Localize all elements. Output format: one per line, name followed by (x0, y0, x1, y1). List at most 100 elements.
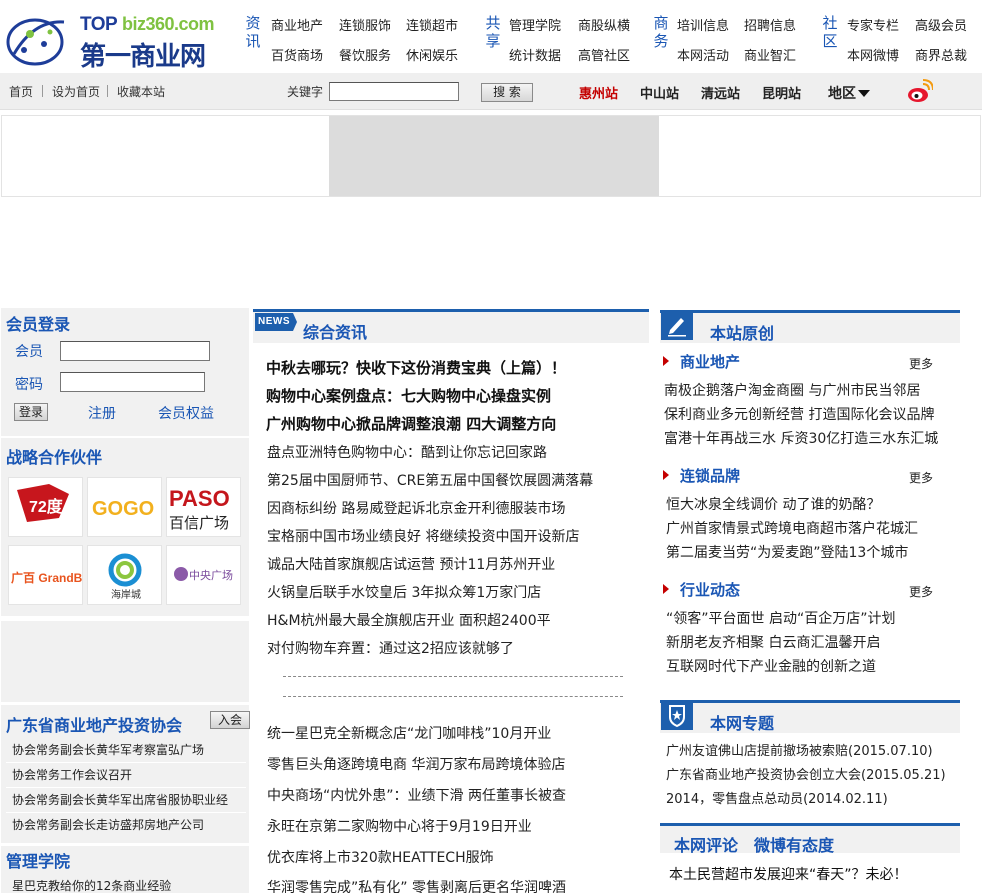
headline-link[interactable]: 中秋去哪玩？快收下这份消费宝典（上篇）！ (266, 357, 566, 378)
topics-section-title[interactable]: 本网专题 (710, 710, 774, 734)
section-title-commercial-realestate[interactable]: 商业地产 (680, 351, 740, 372)
weibo-icon[interactable] (907, 78, 933, 104)
nav-link[interactable]: 高管社区 (578, 45, 630, 64)
association-title[interactable]: 广东省商业地产投资协会 (6, 712, 182, 736)
nav-link[interactable]: 餐饮服务 (339, 45, 391, 64)
nav-link[interactable]: 商股纵横 (578, 15, 630, 34)
station-huizhou[interactable]: 惠州站 (579, 83, 618, 102)
headline-link[interactable]: 购物中心案例盘点：七大购物中心操盘实例 (266, 385, 551, 406)
nav-link[interactable]: 百货商场 (271, 45, 323, 64)
bookmark-link[interactable]: 收藏本站 (117, 83, 165, 100)
news-section-header: NEWS 综合资讯 (253, 309, 649, 343)
news-item[interactable]: 第25届中国厨师节、CRE第五届中国餐饮展圆满落幕 (267, 470, 593, 490)
register-link[interactable]: 注册 (88, 403, 116, 423)
article-link[interactable]: “领客”平台面世 启动“百企万店”计划 (666, 608, 895, 628)
article-link[interactable]: 富港十年再战三水 斥资30亿打造三水东汇城 (664, 428, 938, 448)
nav-link[interactable]: 高级会员 (915, 15, 967, 34)
news-item[interactable]: 盘点亚洲特色购物中心：酷到让你忘记回家路 (267, 442, 547, 462)
set-homepage-link[interactable]: 设为首页 (52, 83, 100, 100)
article-link[interactable]: 保利商业多元创新经营 打造国际化会议品牌 (664, 404, 934, 424)
topic-link[interactable]: 广东省商业地产投资协会创立大会(2015.05.21) (666, 764, 946, 783)
news-section-title[interactable]: 综合资讯 (303, 319, 367, 343)
news-item[interactable]: 统一星巴克全新概念店“龙门咖啡栈”10月开业 (267, 723, 551, 743)
banner-ad-placeholder[interactable] (329, 116, 659, 196)
more-link[interactable]: 更多 (909, 583, 933, 600)
article-link[interactable]: 第二届麦当劳“为爱麦跑”登陆13个城市 (666, 542, 908, 562)
section-title-chain-brands[interactable]: 连锁品牌 (680, 465, 740, 486)
sidebar-ad[interactable] (1, 621, 249, 702)
association-item[interactable]: 协会常务副会长走访盛邦房地产公司 (12, 816, 204, 833)
article-link[interactable]: 南极企鹅落户淘金商圈 与广州市民当邻居 (664, 380, 920, 400)
news-item[interactable]: H&M杭州最大最全旗舰店开业 面积超2400平 (267, 610, 551, 630)
member-input[interactable] (60, 341, 210, 361)
association-item[interactable]: 协会常务工作会议召开 (12, 766, 132, 783)
article-link[interactable]: 新朋老友齐相聚 白云商汇温馨开启 (666, 632, 880, 652)
more-link[interactable]: 更多 (909, 469, 933, 486)
nav-link[interactable]: 连锁超市 (406, 15, 458, 34)
news-item[interactable]: 中央商场“内忧外患”：业绩下滑 两任董事长被查 (267, 785, 566, 805)
nav-link[interactable]: 商界总裁 (915, 45, 967, 64)
partner-logo-72du[interactable]: 72度 (8, 477, 83, 537)
association-item[interactable]: 协会常务副会长黄华军出席省服协职业经 (12, 791, 228, 808)
password-input[interactable] (60, 372, 205, 392)
nav-link[interactable]: 本网微博 (847, 45, 899, 64)
comments-section-header: 本网评论 微博有态度 (660, 823, 960, 856)
news-item[interactable]: 华润零售完成”私有化” 零售剥离后更名华润啤酒 (267, 877, 566, 893)
station-qingyuan[interactable]: 清远站 (701, 83, 740, 102)
station-kunming[interactable]: 昆明站 (762, 83, 801, 102)
news-item[interactable]: 因商标纠纷 路易威登起诉北京金开利德服装市场 (267, 498, 565, 518)
chevron-down-icon[interactable] (858, 90, 870, 97)
news-item[interactable]: 宝格丽中国市场业绩良好 将继续投资中国开设新店 (267, 526, 579, 546)
news-item[interactable]: 对付购物车弃置：通过这2招应该就够了 (267, 638, 514, 658)
comment-link[interactable]: 本土民营超市发展迎来“春天”？未必！ (669, 864, 908, 884)
article-link[interactable]: 广州首家情景式跨境电商超市落户花城汇 (666, 518, 918, 538)
topic-link[interactable]: 2014，零售盘点总动员(2014.02.11) (666, 788, 888, 807)
news-item[interactable]: 优衣库将上市320款HEATTECH服饰 (267, 847, 494, 867)
original-section-title[interactable]: 本站原创 (710, 320, 774, 344)
association-item[interactable]: 协会常务副会长黄华军考察富弘广场 (12, 741, 204, 758)
partner-grandbuy-logo-icon: 广百 GrandBuy (11, 570, 82, 585)
more-link[interactable]: 更多 (909, 355, 933, 372)
utility-bar: 首页 设为首页 收藏本站 关键字 搜 索 惠州站 中山站 清远站 昆明站 地区 (0, 73, 982, 110)
nav-link[interactable]: 商业地产 (271, 15, 323, 34)
banner-ad[interactable] (1, 115, 981, 197)
site-logo[interactable]: TOP biz360.com 第一商业网 (4, 8, 224, 72)
nav-link[interactable]: 专家专栏 (847, 15, 899, 34)
academy-title[interactable]: 管理学院 (6, 848, 70, 872)
search-input[interactable] (329, 82, 459, 101)
partner-logo-gogo[interactable]: GOGO (87, 477, 162, 537)
academy-item[interactable]: 星巴克教给你的12条商业经验 (12, 877, 171, 893)
station-zhongshan[interactable]: 中山站 (640, 83, 679, 102)
article-link[interactable]: 互联网时代下产业金融的创新之道 (666, 656, 876, 676)
news-item[interactable]: 诚品大陆首家旗舰店试运营 预计11月苏州开业 (267, 554, 555, 574)
nav-link[interactable]: 招聘信息 (744, 15, 796, 34)
svg-text:海岸城: 海岸城 (111, 588, 141, 601)
nav-link[interactable]: 统计数据 (509, 45, 561, 64)
nav-link[interactable]: 培训信息 (677, 15, 729, 34)
member-benefits-link[interactable]: 会员权益 (158, 403, 214, 423)
search-button[interactable]: 搜 索 (481, 83, 533, 102)
tab-weibo-attitude[interactable]: 微博有态度 (754, 832, 834, 856)
join-button[interactable]: 入会 (210, 711, 250, 729)
section-title-industry-news[interactable]: 行业动态 (680, 579, 740, 600)
partner-logo-central[interactable]: 中央广场 (166, 545, 241, 605)
article-link[interactable]: 恒大冰泉全线调价 动了谁的奶酪？ (666, 494, 880, 514)
partner-logo-coastal[interactable]: 海岸城 (87, 545, 162, 605)
login-panel: 会员登录 会员 密码 登录 注册 会员权益 (1, 308, 249, 436)
news-item[interactable]: 火锅皇后联手水饺皇后 3年拟众筹1万家门店 (267, 582, 541, 602)
headline-link[interactable]: 广州购物中心掀品牌调整浪潮 四大调整方向 (266, 413, 556, 434)
nav-link[interactable]: 管理学院 (509, 15, 561, 34)
topic-link[interactable]: 广州友谊佛山店提前撤场被索赔(2015.07.10) (666, 740, 933, 759)
login-button[interactable]: 登录 (14, 403, 48, 421)
nav-link[interactable]: 休闲娱乐 (406, 45, 458, 64)
news-item[interactable]: 永旺在京第二家购物中心将于9月19日开业 (267, 816, 532, 836)
nav-link[interactable]: 商业智汇 (744, 45, 796, 64)
partner-logo-grandbuy[interactable]: 广百 GrandBuy (8, 545, 83, 605)
home-link[interactable]: 首页 (9, 83, 33, 100)
news-item[interactable]: 零售巨头角逐跨境电商 华润万家布局跨境体验店 (267, 754, 565, 774)
region-dropdown[interactable]: 地区 (828, 83, 856, 103)
tab-site-comments[interactable]: 本网评论 (674, 832, 738, 856)
nav-link[interactable]: 连锁服饰 (339, 15, 391, 34)
partner-logo-paso[interactable]: PASO 百信广场 (166, 477, 241, 537)
nav-link[interactable]: 本网活动 (677, 45, 729, 64)
